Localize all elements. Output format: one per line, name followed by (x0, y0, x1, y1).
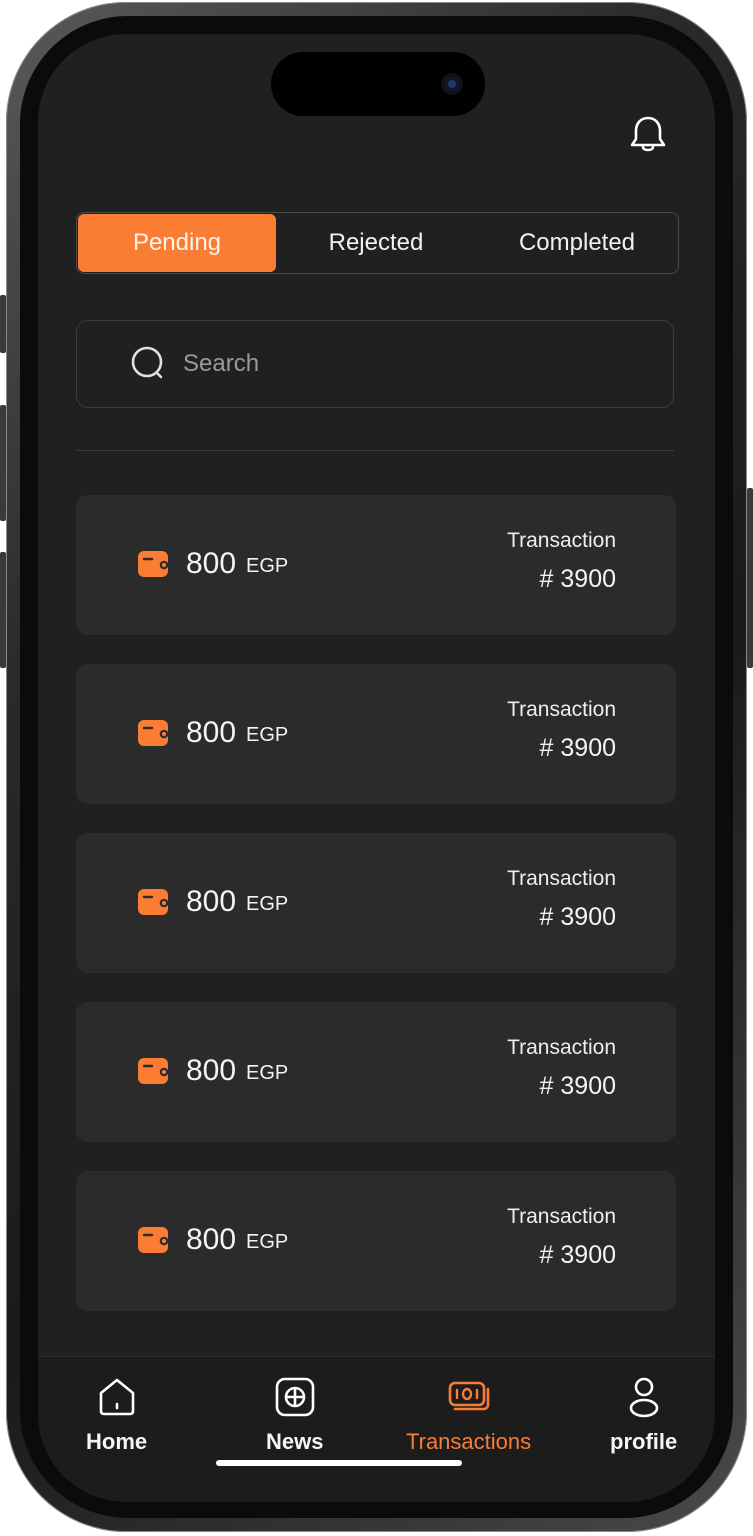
nav-profile[interactable]: profile (610, 1375, 677, 1455)
search-icon (131, 346, 163, 379)
news-icon (275, 1377, 315, 1417)
transaction-amount: 800 (186, 547, 237, 580)
nav-news[interactable]: News (266, 1375, 323, 1455)
transaction-number: # 3900 (539, 903, 616, 931)
action-button (0, 295, 6, 353)
transaction-currency: EGP (246, 1231, 289, 1253)
wallet-icon (138, 889, 168, 915)
front-camera (441, 73, 463, 95)
transaction-label: Transaction (507, 1205, 616, 1228)
transaction-number: # 3900 (539, 565, 616, 593)
transaction-label: Transaction (507, 529, 616, 552)
transaction-label: Transaction (507, 1036, 616, 1059)
nav-transactions-label: Transactions (406, 1429, 532, 1454)
transaction-currency: EGP (246, 1062, 289, 1084)
wallet-icon (138, 720, 168, 746)
transaction-currency: EGP (246, 555, 289, 577)
transaction-card[interactable]: 800 EGP Transaction # 3900 (76, 664, 676, 804)
transaction-amount: 800 (186, 1054, 237, 1087)
app-screen: Pending Rejected Completed 800 EGP Trans… (38, 34, 715, 1502)
home-icon (99, 1378, 134, 1416)
nav-home[interactable]: Home (86, 1375, 147, 1455)
transaction-list: 800 EGP Transaction # 3900 800 EGP Trans… (76, 495, 676, 1340)
nav-transactions[interactable]: Transactions (406, 1375, 531, 1455)
transaction-card[interactable]: 800 EGP Transaction # 3900 (76, 495, 676, 635)
power-button (747, 488, 753, 668)
tab-completed[interactable]: Completed (476, 213, 678, 273)
transaction-number: # 3900 (539, 1072, 616, 1100)
transaction-amount: 800 (186, 1223, 237, 1256)
bell-icon[interactable] (628, 114, 668, 156)
wallet-icon (138, 1227, 168, 1253)
transaction-amount: 800 (186, 716, 237, 749)
transaction-number: # 3900 (539, 734, 616, 762)
volume-down-button (0, 552, 6, 668)
search-box[interactable] (76, 320, 674, 408)
nav-profile-label: profile (610, 1429, 678, 1454)
tab-pending[interactable]: Pending (78, 214, 276, 272)
transaction-card[interactable]: 800 EGP Transaction # 3900 (76, 1171, 676, 1311)
nav-news-label: News (266, 1429, 324, 1454)
tab-rejected[interactable]: Rejected (276, 213, 476, 273)
nav-home-label: Home (86, 1429, 148, 1454)
transaction-card[interactable]: 800 EGP Transaction # 3900 (76, 833, 676, 973)
home-indicator[interactable] (216, 1460, 462, 1466)
transaction-label: Transaction (507, 867, 616, 890)
divider (76, 450, 674, 451)
dynamic-island (271, 52, 485, 116)
transactions-icon (448, 1381, 489, 1411)
transaction-number: # 3900 (539, 1241, 616, 1269)
transaction-amount: 800 (186, 885, 237, 918)
transaction-card[interactable]: 800 EGP Transaction # 3900 (76, 1002, 676, 1142)
profile-icon (629, 1377, 658, 1418)
wallet-icon (138, 551, 168, 577)
wallet-icon (138, 1058, 168, 1084)
search-input[interactable] (181, 349, 585, 379)
bottom-nav: Home News Transactions profile (38, 1356, 715, 1502)
status-tabs: Pending Rejected Completed (76, 212, 679, 274)
transaction-label: Transaction (507, 698, 616, 721)
transaction-currency: EGP (246, 893, 289, 915)
transaction-currency: EGP (246, 724, 289, 746)
volume-up-button (0, 405, 6, 521)
